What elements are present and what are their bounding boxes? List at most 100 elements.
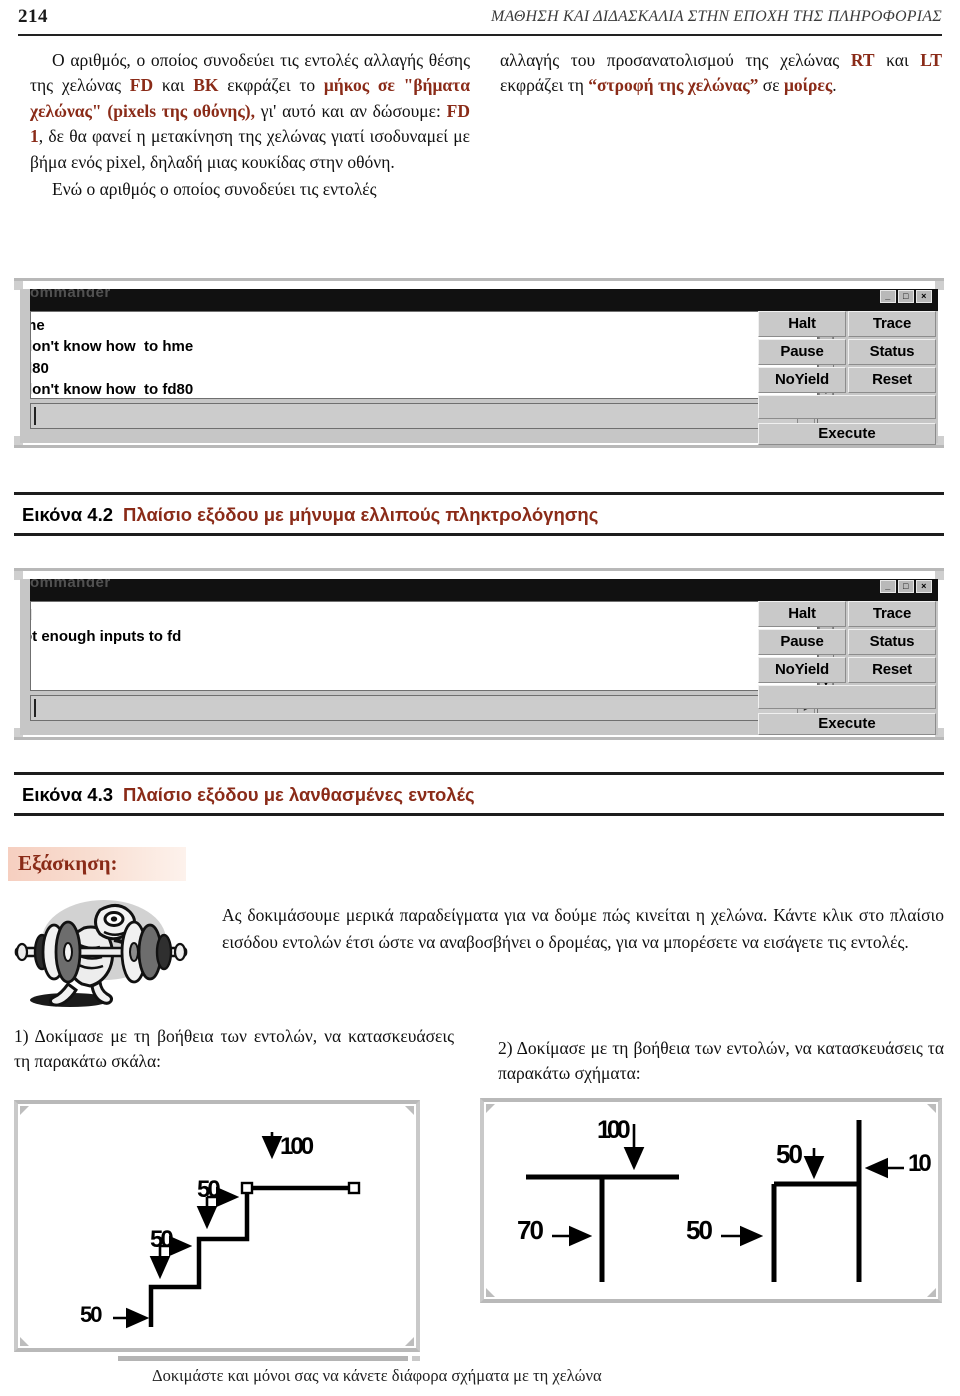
maximize-icon[interactable]: □: [898, 290, 914, 303]
status-button[interactable]: Status: [848, 629, 936, 655]
reset-button[interactable]: Reset: [848, 657, 936, 683]
figure-corner-top-left: [20, 1106, 29, 1115]
output-line: don't know how to hme: [30, 338, 194, 356]
commander-title-text: ommander: [30, 579, 111, 591]
caption-4-3-inner: Εικόνα 4.3 Πλαίσιο εξόδου με λανθασμένες …: [22, 784, 475, 806]
staircase-label-mid-lower: 50: [150, 1226, 174, 1253]
exercise-heading-banner: Εξάσκηση:: [8, 847, 186, 881]
footnote-text: Δοκιμάστε και μόνοι σας να κάνετε διάφορ…: [152, 1366, 602, 1385]
task-1-prompt: 1) Δοκίμασε με τη βοήθεια των εντολών, ν…: [14, 1026, 454, 1072]
close-icon[interactable]: ×: [916, 580, 932, 593]
term-bk: BK: [193, 75, 219, 96]
status-button[interactable]: Status: [848, 339, 936, 365]
figure-4-2-screenshot: ommander _ □ × me don't know how to hme …: [14, 278, 944, 448]
shapes-drawing: [526, 1120, 904, 1282]
exercise-body-text: Ας δοκιμάσουμε μερικά παραδείγματα για ν…: [222, 905, 944, 952]
commander-titlebar[interactable]: ommander _ □ ×: [30, 289, 938, 311]
output-line: don't know how to fd80: [30, 380, 194, 398]
left-p1-seg-d: γι' αυτό και αν δώσουμε:: [254, 100, 447, 121]
turtle-weightlifter-clipart: [8, 888, 194, 1008]
task-2-prompt: 2) Δοκίμασε με τη βοήθεια των εντολών, ν…: [498, 1038, 944, 1084]
right-p1-seg-c: εκφράζει τη: [500, 75, 589, 96]
caption-4-2: Εικόνα 4.2 Πλαίσιο εξόδου με μήνυμα ελλιπ…: [14, 492, 944, 536]
button-pad-filler: [758, 395, 936, 419]
staircase-figure-box: 100 50 50 50: [14, 1100, 420, 1352]
weightlifter-icon: [14, 900, 188, 1007]
figure-corner-top-left: [486, 1104, 495, 1113]
output-line: d: [31, 605, 813, 626]
right-p1-seg-a: αλλαγής του προσανατολισμού της χελώνας: [500, 50, 851, 70]
selection-handle-right[interactable]: [347, 1181, 361, 1195]
footnote-rule: [118, 1356, 408, 1361]
shape-t-label-70: 70: [517, 1215, 544, 1245]
reset-button[interactable]: Reset: [848, 367, 936, 393]
shapes-figure-canvas: 100 70 50 50 10: [484, 1102, 938, 1299]
commander-title-text: ommander: [30, 289, 111, 301]
footnote-rule-tick: [412, 1356, 420, 1361]
halt-button[interactable]: Halt: [758, 601, 846, 627]
window-controls: _ □ ×: [880, 290, 932, 303]
exercise-heading-label: Εξάσκηση:: [18, 851, 118, 875]
left-p1-seg-b: και: [153, 75, 194, 96]
staircase-figure-canvas: 100 50 50 50: [18, 1104, 416, 1348]
output-line: ot enough inputs to fd: [30, 628, 182, 646]
commander-button-grid: Halt Trace Pause Status NoYield Reset: [758, 311, 936, 393]
noyield-button[interactable]: NoYield: [758, 657, 846, 683]
pause-button[interactable]: Pause: [758, 629, 846, 655]
term-rotation: “στροφή της χελώνας”: [588, 75, 759, 96]
staircase-drawing: [113, 1132, 361, 1329]
commander-output-area: d ot enough inputs to fd: [30, 601, 818, 691]
left-p1-seg-e: , δε θα φανεί η μετακίνηση της χελώνας γ…: [30, 126, 470, 172]
shapes-figure-box: 100 70 50 50 10: [480, 1098, 942, 1303]
shape-h-label-50-upper: 50: [776, 1139, 803, 1169]
commander-input-field[interactable]: ▸: [30, 403, 818, 429]
header-rule: [18, 34, 942, 36]
noyield-button[interactable]: NoYield: [758, 367, 846, 393]
left-paragraph-1: Ο αριθμός, ο οποίος συνοδεύει τις εντολέ…: [30, 48, 470, 175]
execute-button[interactable]: Execute: [758, 713, 936, 735]
commander-titlebar[interactable]: ommander _ □ ×: [30, 579, 938, 601]
right-p1-seg-e: .: [832, 75, 837, 96]
commander-button-pad: Halt Trace Pause Status NoYield Reset Ex…: [758, 601, 936, 735]
staircase-label-mid-upper: 50: [197, 1176, 221, 1203]
page-number: 214: [18, 6, 48, 27]
term-degrees: μοίρες: [783, 75, 833, 96]
execute-button[interactable]: Execute: [758, 423, 936, 445]
caption-4-2-inner: Εικόνα 4.2 Πλαίσιο εξόδου με μήνυμα ελλιπ…: [22, 504, 598, 526]
figure-corner-top-right: [405, 1106, 414, 1115]
figure-corner-bottom-right: [405, 1337, 414, 1346]
right-paragraph-1: αλλαγής του προσανατολισμού της χελώνας …: [500, 48, 942, 99]
left-text-column: Ο αριθμός, ο οποίος συνοδεύει τις εντολέ…: [30, 48, 470, 204]
caption-4-2-text: Πλαίσιο εξόδου με μήνυμα ελλιπούς πληκτρ…: [123, 504, 599, 525]
window-controls: _ □ ×: [880, 580, 932, 593]
shape-t-label-100: 100: [597, 1116, 631, 1144]
commander-button-pad: Halt Trace Pause Status NoYield Reset Ex…: [758, 311, 936, 445]
close-icon[interactable]: ×: [916, 290, 932, 303]
right-p1-seg-d: σε: [758, 75, 784, 96]
commander-output-area: me don't know how to hme d80 don't know …: [30, 311, 818, 399]
minimize-icon[interactable]: _: [880, 580, 896, 593]
pause-button[interactable]: Pause: [758, 339, 846, 365]
caption-4-2-number: Εικόνα 4.2: [22, 504, 114, 525]
maximize-icon[interactable]: □: [898, 580, 914, 593]
running-title: ΜΑΘΗΣΗ ΚΑΙ ΔΙΔΑΣΚΑΛΙΑ ΣΤΗΝ ΕΠΟΧΗ ΤΗΣ ΠΛΗ…: [491, 8, 942, 25]
commander-input-field[interactable]: ▸: [30, 695, 818, 721]
left-paragraph-2: Ενώ ο αριθμός ο οποίος συνοδεύει τις εντ…: [52, 178, 377, 199]
trace-button[interactable]: Trace: [848, 311, 936, 337]
minimize-icon[interactable]: _: [880, 290, 896, 303]
caption-4-3-number: Εικόνα 4.3: [22, 784, 114, 805]
commander-button-grid: Halt Trace Pause Status NoYield Reset: [758, 601, 936, 683]
selection-handle-left[interactable]: [240, 1181, 254, 1195]
caption-4-3: Εικόνα 4.3 Πλαίσιο εξόδου με λανθασμένες …: [14, 772, 944, 816]
figure-corner-bottom-left: [486, 1288, 495, 1297]
commander-window: ommander _ □ × d ot enough inputs to fd …: [20, 579, 938, 735]
shape-h-label-50-left: 50: [686, 1215, 713, 1245]
term-rt: RT: [850, 50, 875, 70]
term-lt: LT: [920, 50, 943, 70]
caption-4-3-text: Πλαίσιο εξόδου με λανθασμένες εντολές: [123, 784, 475, 805]
staircase-label-bottom: 50: [80, 1302, 103, 1327]
trace-button[interactable]: Trace: [848, 601, 936, 627]
figure-corner-bottom-left: [20, 1337, 29, 1346]
figure-4-3-screenshot: ommander _ □ × d ot enough inputs to fd …: [14, 568, 944, 740]
halt-button[interactable]: Halt: [758, 311, 846, 337]
